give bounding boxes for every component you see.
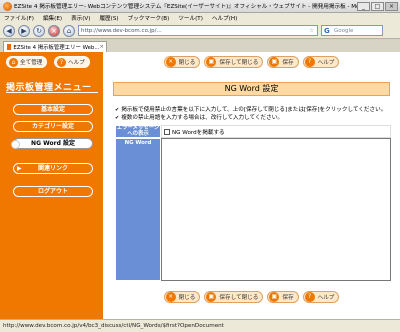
firefox-icon <box>3 1 12 11</box>
close-window-button[interactable]: × <box>385 2 398 11</box>
reload-icon[interactable]: ↻ <box>33 24 45 37</box>
save-close-button[interactable]: ▣ 保存して閉じる <box>204 291 264 303</box>
save-button[interactable]: ▣ 保存 <box>267 291 299 303</box>
save-close-button[interactable]: ▣ 保存して閉じる <box>204 56 264 68</box>
help-button[interactable]: ? ヘルプ <box>302 291 340 303</box>
tab-close-icon[interactable]: × <box>99 44 104 50</box>
help-icon: ? <box>57 57 66 67</box>
status-bar: http://www.dev.bcom.co.jp/v4/bc3_discuss… <box>0 319 400 332</box>
help-button[interactable]: ? ヘルプ <box>302 56 340 68</box>
status-url: http://www.dev.bcom.co.jp/v4/bc3_discuss… <box>3 323 224 329</box>
show-ngword-checkbox[interactable]: NG Wordを掲載する <box>162 126 390 137</box>
error-display-label: エラーメッセージへの表示 <box>115 125 161 138</box>
tab-bar: EZSite 4 掲示板管理エリー Web... × <box>0 40 400 52</box>
menu-tools[interactable]: ツール(T) <box>178 14 203 22</box>
checkbox-icon[interactable] <box>164 128 170 135</box>
maximize-button[interactable]: □ <box>371 2 384 11</box>
expand-arrow-icon: ▶ <box>17 165 22 172</box>
sidebar-item-related-links[interactable]: ▶ 関連リンク <box>13 163 93 174</box>
save-button[interactable]: ▣ 保存 <box>267 56 299 68</box>
search-input[interactable]: G Google <box>321 25 383 36</box>
page-title: NG Word 設定 <box>113 82 390 96</box>
navigation-toolbar: ◀ ▶ ↻ × ⌂ http://www.dev-bcom.co.jp/... … <box>0 23 400 39</box>
save-icon: ▣ <box>269 292 280 302</box>
help-icon: ? <box>304 57 315 67</box>
save-icon: ▣ <box>206 292 217 302</box>
sidebar-item-ngword-settings[interactable]: NG Word 設定 <box>11 138 93 149</box>
menu-bookmarks[interactable]: ブックマーク(B) <box>128 14 170 22</box>
selected-indicator-icon <box>11 140 20 149</box>
stop-icon[interactable]: × <box>48 24 60 37</box>
sidebar-item-basic-settings[interactable]: 基本設定 <box>13 104 93 115</box>
address-text: http://www.dev-bcom.co.jp/... <box>81 27 162 34</box>
instructions: 掲示板で使用禁止の言葉を以下に入力して、上の[保存して閉じる]または[保存]をク… <box>115 106 395 122</box>
top-toolbar: × 閉じる ▣ 保存して閉じる ▣ 保存 ? ヘルプ <box>103 52 400 72</box>
divider <box>6 92 98 93</box>
menu-file[interactable]: ファイル(F) <box>4 14 34 22</box>
close-button[interactable]: × 閉じる <box>163 291 201 303</box>
instruction-line: 掲示板で使用禁止の言葉を以下に入力して、上の[保存して閉じる]または[保存]をク… <box>115 106 395 114</box>
menu-history[interactable]: 履歴(S) <box>99 14 118 22</box>
window-title: EZSite 4 掲示板管理エリー- Webコンテンツ管理システム『EZSite… <box>14 4 359 10</box>
sidebar-item-logout[interactable]: ログアウト <box>13 186 93 197</box>
home-icon[interactable]: ⌂ <box>63 24 75 37</box>
google-icon: G <box>324 27 330 35</box>
ngword-form: エラーメッセージへの表示 NG Wordを掲載する NG Word <box>115 125 391 281</box>
page-content: ⌂ 全て管理 ? ヘルプ 掲示板管理メニュー 基本設定 カテゴリー設定 NG W… <box>0 52 400 319</box>
menu-help[interactable]: ヘルプ(H) <box>212 14 237 22</box>
help-icon: ? <box>304 292 315 302</box>
bottom-toolbar: × 閉じる ▣ 保存して閉じる ▣ 保存 ? ヘルプ <box>103 290 400 304</box>
main-panel: × 閉じる ▣ 保存して閉じる ▣ 保存 ? ヘルプ NG Word 設定 掲示… <box>103 52 400 319</box>
ngword-textarea[interactable] <box>162 139 390 280</box>
address-bar[interactable]: http://www.dev-bcom.co.jp/... ☆ <box>78 25 318 36</box>
all-admin-button[interactable]: ⌂ 全て管理 <box>6 56 48 68</box>
close-icon: × <box>165 292 176 302</box>
browser-tab[interactable]: EZSite 4 掲示板管理エリー Web... × <box>3 41 107 52</box>
home-icon: ⌂ <box>9 57 18 67</box>
close-icon: × <box>165 57 176 67</box>
menu-view[interactable]: 表示(V) <box>71 14 90 22</box>
help-button[interactable]: ? ヘルプ <box>54 56 90 68</box>
save-icon: ▣ <box>206 57 217 67</box>
bookmark-star-icon[interactable]: ☆ <box>309 28 314 34</box>
instruction-line: 複数の禁止用語を入力する場合は、改行して入力してください。 <box>115 114 395 122</box>
save-icon: ▣ <box>269 57 280 67</box>
sidebar-item-category-settings[interactable]: カテゴリー設定 <box>13 121 93 132</box>
site-favicon-icon <box>7 44 12 50</box>
menu-bar: ファイル(F) 編集(E) 表示(V) 履歴(S) ブックマーク(B) ツール(… <box>0 13 400 23</box>
window-titlebar: EZSite 4 掲示板管理エリー- Webコンテンツ管理システム『EZSite… <box>0 0 400 13</box>
ngword-label: NG Word <box>115 138 161 281</box>
close-button[interactable]: × 閉じる <box>163 56 201 68</box>
minimize-button[interactable]: _ <box>357 2 370 11</box>
menu-edit[interactable]: 編集(E) <box>43 14 62 22</box>
forward-icon[interactable]: ▶ <box>18 24 30 37</box>
back-icon[interactable]: ◀ <box>3 24 15 37</box>
